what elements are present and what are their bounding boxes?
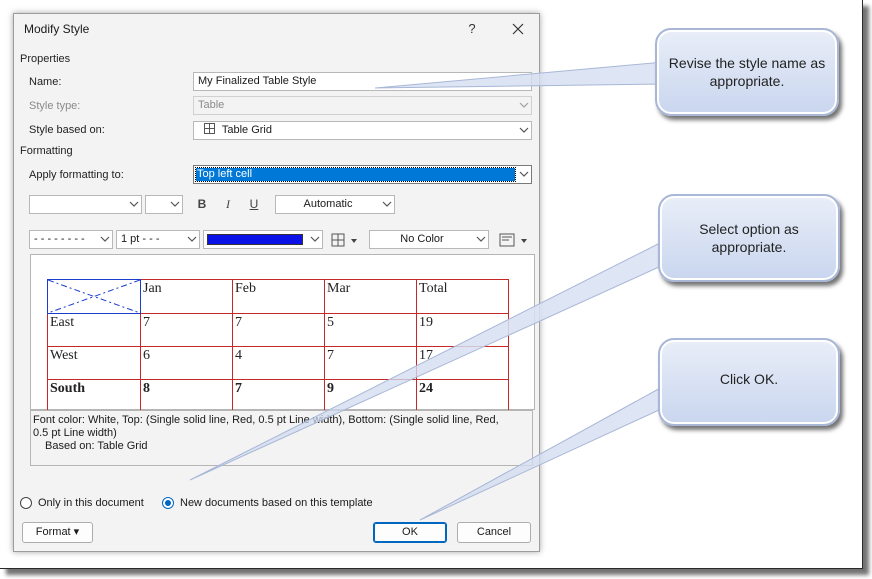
- apply-formatting-label: Apply formatting to:: [29, 169, 124, 181]
- callout-text: Revise the style name as appropriate.: [668, 55, 826, 89]
- style-type-label: Style type:: [29, 100, 81, 112]
- preview-cell: Mar: [324, 279, 417, 314]
- preview-corner-cell: [47, 279, 141, 314]
- chevron-down-icon: [519, 171, 529, 177]
- borders-icon: [331, 233, 345, 247]
- chevron-down-icon: [476, 236, 486, 242]
- apply-formatting-value: Top left cell: [195, 167, 516, 182]
- chevron-down-icon: [129, 201, 139, 207]
- preview-cell: 5: [324, 313, 417, 347]
- bold-button[interactable]: B: [192, 195, 212, 214]
- name-label: Name:: [29, 76, 62, 88]
- style-based-on-value: Table Grid: [221, 124, 272, 136]
- chevron-down-icon: [310, 236, 320, 242]
- preview-cell: 7: [140, 313, 233, 347]
- line-style-select[interactable]: - - - - - - - -: [29, 230, 113, 249]
- style-based-on-select[interactable]: Table Grid: [193, 121, 532, 140]
- description-line: 0.5 pt Line width): [33, 427, 117, 439]
- table-row: South 8 7 9 24: [47, 379, 509, 413]
- name-callout: Revise the style name as appropriate.: [655, 28, 839, 116]
- radio-label: New documents based on this template: [180, 497, 373, 509]
- preview-cell: 17: [416, 346, 509, 380]
- modify-style-dialog: Modify Style ? Properties Name: My Final…: [13, 13, 540, 552]
- preview-cell: West: [47, 346, 141, 380]
- new-documents-option[interactable]: New documents based on this template: [162, 496, 402, 512]
- preview-cell: 7: [324, 346, 417, 380]
- chevron-down-icon: [519, 102, 529, 108]
- style-description: Font color: White, Top: (Single solid li…: [30, 410, 533, 466]
- close-icon: [512, 23, 524, 35]
- table-row: East 7 7 5 19: [47, 313, 509, 347]
- preview-cell: 24: [416, 379, 509, 413]
- format-button[interactable]: Format ▾: [22, 522, 93, 543]
- style-based-on-label: Style based on:: [29, 124, 105, 136]
- radio-button-selected[interactable]: [162, 497, 174, 509]
- close-button[interactable]: [506, 18, 530, 40]
- chevron-down-icon: [100, 236, 110, 242]
- shading-select[interactable]: No Color: [369, 230, 489, 249]
- preview-cell: Feb: [232, 279, 325, 314]
- border-color-select[interactable]: [203, 230, 323, 249]
- description-based-on: Based on: Table Grid: [45, 440, 148, 452]
- dialog-title: Modify Style: [24, 22, 90, 36]
- font-color-select[interactable]: Automatic: [275, 195, 395, 214]
- ok-callout: Click OK.: [658, 338, 840, 426]
- line-style-value: - - - - - - - -: [34, 233, 85, 245]
- help-button[interactable]: ?: [462, 18, 482, 40]
- option-callout: Select option as appropriate.: [658, 194, 840, 282]
- table-row: West 6 4 7 17: [47, 346, 509, 380]
- table-row: Jan Feb Mar Total: [47, 279, 509, 314]
- preview-cell: Jan: [140, 279, 233, 314]
- ok-button[interactable]: OK: [373, 522, 447, 543]
- diagonal-border-icon: [48, 280, 140, 313]
- table-grid-icon: [204, 123, 215, 134]
- name-field[interactable]: My Finalized Table Style: [193, 72, 532, 91]
- border-color-swatch: [207, 234, 303, 245]
- apply-formatting-select[interactable]: Top left cell: [193, 165, 532, 184]
- chevron-down-icon: [187, 236, 197, 242]
- description-line: Font color: White, Top: (Single solid li…: [33, 414, 499, 426]
- preview-cell: 7: [232, 379, 325, 413]
- radio-button[interactable]: [20, 497, 32, 509]
- formatting-section-label: Formatting: [20, 145, 73, 157]
- alignment-button[interactable]: [498, 232, 530, 248]
- style-preview: Jan Feb Mar Total East 7 7 5 19 West 6 4…: [30, 254, 535, 413]
- underline-button[interactable]: U: [244, 195, 264, 214]
- radio-label: Only in this document: [38, 497, 144, 509]
- chevron-down-icon: [382, 201, 392, 207]
- style-type-value: Table: [198, 99, 225, 111]
- preview-cell: 9: [324, 379, 417, 413]
- callout-text: Click OK.: [719, 371, 779, 387]
- chevron-down-icon: [351, 239, 357, 243]
- preview-cell: Total: [416, 279, 509, 314]
- preview-cell: East: [47, 313, 141, 347]
- preview-cell: 4: [232, 346, 325, 380]
- line-weight-value: 1 pt - - -: [121, 233, 160, 245]
- preview-cell: South: [47, 379, 141, 413]
- font-color-value: Automatic: [303, 198, 353, 210]
- font-size-select[interactable]: [145, 195, 183, 214]
- shading-value: No Color: [400, 233, 444, 245]
- cell-alignment-icon: [499, 233, 515, 247]
- only-this-document-option[interactable]: Only in this document: [20, 496, 160, 512]
- line-weight-select[interactable]: 1 pt - - -: [116, 230, 200, 249]
- italic-button[interactable]: I: [218, 195, 238, 214]
- preview-table: Jan Feb Mar Total East 7 7 5 19 West 6 4…: [47, 279, 509, 413]
- chevron-down-icon: [170, 201, 180, 207]
- chevron-down-icon: [521, 239, 527, 243]
- callout-text: Select option as appropriate.: [699, 221, 799, 255]
- cancel-button[interactable]: Cancel: [457, 522, 531, 543]
- properties-section-label: Properties: [20, 53, 71, 65]
- preview-cell: 6: [140, 346, 233, 380]
- preview-cell: 19: [416, 313, 509, 347]
- chevron-down-icon: [519, 127, 529, 133]
- borders-button[interactable]: [330, 232, 360, 248]
- preview-cell: 8: [140, 379, 233, 413]
- style-type-select: Table: [193, 96, 532, 115]
- title-bar: Modify Style ?: [14, 14, 539, 44]
- font-name-select[interactable]: [29, 195, 142, 214]
- preview-cell: 7: [232, 313, 325, 347]
